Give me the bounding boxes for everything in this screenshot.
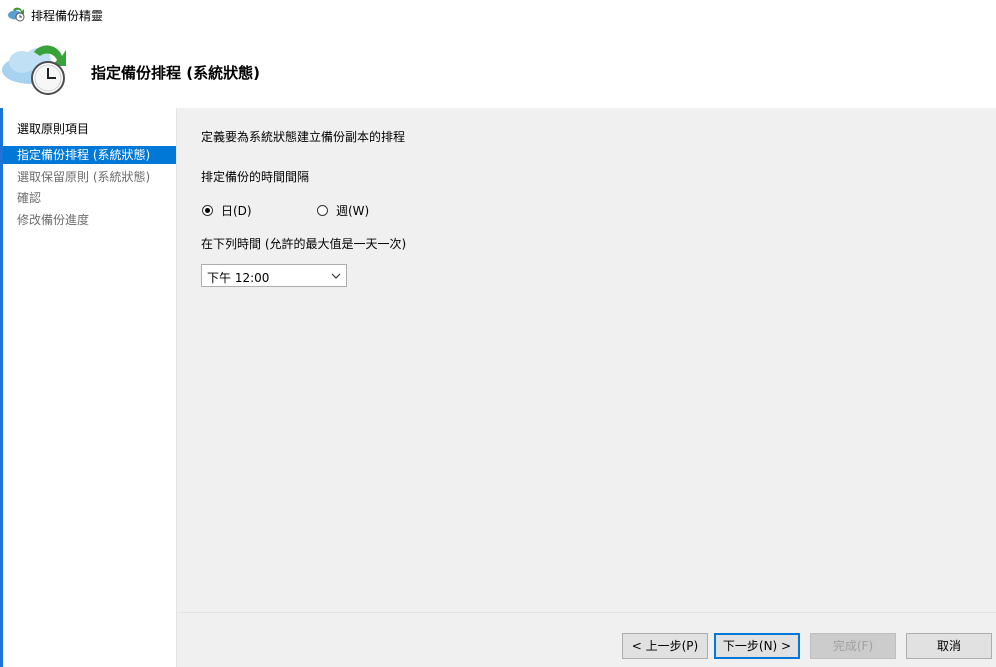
step-select-retention: 選取保留原則 (系統狀態) <box>17 170 151 184</box>
radio-weekly-indicator[interactable] <box>317 204 328 216</box>
time-select[interactable]: 下午 12:00 <box>201 264 347 287</box>
radio-daily-indicator[interactable] <box>202 204 213 216</box>
step-modify-progress: 修改備份進度 <box>17 213 90 227</box>
step-specify-schedule[interactable]: 指定備份排程 (系統狀態) <box>3 146 176 164</box>
backup-schedule-icon <box>8 7 25 22</box>
cancel-button[interactable]: 取消 <box>906 633 992 659</box>
step-confirm: 確認 <box>17 191 42 205</box>
finish-button: 完成(F) <box>810 633 896 659</box>
back-button[interactable]: < 上一步(P) <box>622 633 708 659</box>
page-description: 定義要為系統狀態建立備份副本的排程 <box>201 130 406 144</box>
wizard-steps: 選取原則項目 指定備份排程 (系統狀態) 選取保留原則 (系統狀態) 確認 修改… <box>3 108 177 667</box>
chevron-down-icon <box>331 273 341 279</box>
next-button[interactable]: 下一步(N) > <box>714 633 800 659</box>
time-select-value: 下午 12:00 <box>207 271 270 285</box>
step-select-policy-items[interactable]: 選取原則項目 <box>3 120 176 138</box>
wizard-footer: < 上一步(P) 下一步(N) > 完成(F) 取消 <box>177 612 996 667</box>
time-label: 在下列時間 (允許的最大值是一天一次) <box>201 237 407 251</box>
radio-daily[interactable]: 日(D) <box>202 201 252 219</box>
page-title: 指定備份排程 (系統狀態) <box>91 64 260 82</box>
window-title: 排程備份精靈 <box>31 9 104 23</box>
wizard-header: 指定備份排程 (系統狀態) <box>0 30 996 108</box>
radio-daily-label: 日(D) <box>221 203 252 218</box>
radio-weekly[interactable]: 週(W) <box>317 201 369 219</box>
title-bar: 排程備份精靈 <box>0 0 996 30</box>
main-panel: 定義要為系統狀態建立備份副本的排程 排定備份的時間間隔 日(D) 週(W) 在下… <box>177 108 996 612</box>
interval-label: 排定備份的時間間隔 <box>201 170 310 184</box>
cloud-clock-icon <box>2 45 66 95</box>
radio-weekly-label: 週(W) <box>336 203 370 218</box>
